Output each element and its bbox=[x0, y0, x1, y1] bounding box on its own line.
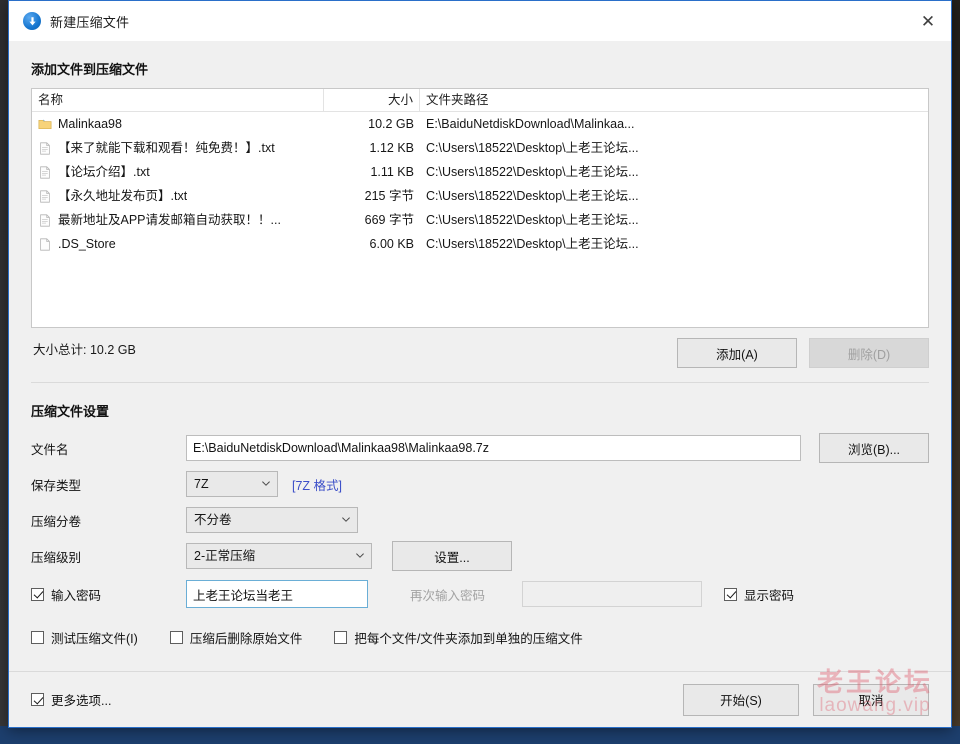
cancel-button[interactable]: 取消 bbox=[813, 683, 929, 716]
browse-button[interactable]: 浏览(B)... bbox=[819, 433, 929, 463]
chevron-down-icon bbox=[262, 481, 270, 486]
save-type-select[interactable]: 7Z bbox=[186, 471, 278, 497]
column-header-size[interactable]: 大小 bbox=[324, 89, 420, 111]
level-label: 压缩级别 bbox=[31, 550, 82, 565]
separate-archives-label: 把每个文件/文件夹添加到单独的压缩文件 bbox=[354, 631, 583, 646]
test-archive-checkbox[interactable]: 测试压缩文件(I) bbox=[31, 628, 138, 647]
file-name: Malinkaa98 bbox=[58, 117, 122, 131]
filename-input[interactable] bbox=[186, 435, 802, 461]
file-size: 1.12 KB bbox=[369, 141, 414, 155]
title-bar: 新建压缩文件 ✕ bbox=[9, 1, 951, 41]
show-password-label: 显示密码 bbox=[744, 588, 795, 603]
confirm-password-label: 再次输入密码 bbox=[410, 588, 486, 603]
file-path: C:\Users\18522\Desktop\上老王论坛... bbox=[426, 141, 639, 155]
file-size: 215 字节 bbox=[364, 189, 414, 203]
options-row: 测试压缩文件(I) 压缩后删除原始文件 把每个文件/文件夹添加到单独的压缩文件 bbox=[31, 620, 929, 654]
show-password-checkbox[interactable]: 显示密码 bbox=[724, 585, 794, 604]
text-file-icon bbox=[40, 141, 50, 155]
delete-after-checkbox[interactable]: 压缩后删除原始文件 bbox=[169, 628, 303, 647]
file-path: E:\BaiduNetdiskDownload\Malinkaa... bbox=[426, 117, 635, 131]
file-size: 10.2 GB bbox=[368, 117, 414, 131]
password-row: 输入密码 再次输入密码 显示密码 bbox=[31, 574, 929, 614]
checkbox-box bbox=[334, 630, 348, 644]
file-path: C:\Users\18522\Desktop\上老王论坛... bbox=[426, 213, 639, 227]
text-file-icon bbox=[40, 189, 50, 203]
file-size: 1.11 KB bbox=[370, 165, 414, 179]
table-row[interactable]: 【论坛介绍】.txt 1.11 KB C:\Users\18522\Deskto… bbox=[32, 160, 928, 184]
split-value: 不分卷 bbox=[194, 513, 232, 527]
file-name: 最新地址及APP请发邮箱自动获取！！... bbox=[58, 213, 281, 227]
file-path: C:\Users\18522\Desktop\上老王论坛... bbox=[426, 189, 639, 203]
format-link[interactable]: [7Z 格式] bbox=[292, 475, 342, 494]
text-file-icon bbox=[40, 213, 50, 227]
confirm-password-input bbox=[522, 581, 702, 607]
table-row[interactable]: 最新地址及APP请发邮箱自动获取！！... 669 字节 C:\Users\18… bbox=[32, 208, 928, 232]
new-archive-dialog: 新建压缩文件 ✕ 添加文件到压缩文件 名称 大小 文件夹路径 Malinkaa9… bbox=[8, 0, 952, 728]
password-checkbox[interactable]: 输入密码 bbox=[31, 585, 101, 604]
level-select[interactable]: 2-正常压缩 bbox=[186, 543, 372, 569]
level-row: 压缩级别 2-正常压缩 设置... bbox=[31, 538, 929, 574]
save-type-label: 保存类型 bbox=[31, 478, 82, 493]
file-name: 【论坛介绍】.txt bbox=[58, 165, 150, 179]
checkbox-box bbox=[169, 630, 183, 644]
blank-file-icon bbox=[40, 237, 50, 251]
chevron-down-icon bbox=[356, 553, 364, 558]
split-label: 压缩分卷 bbox=[31, 514, 82, 529]
text-file-icon bbox=[40, 165, 50, 179]
delete-button: 删除(D) bbox=[809, 338, 929, 368]
chevron-down-icon bbox=[342, 517, 350, 522]
table-row[interactable]: 【永久地址发布页】.txt 215 字节 C:\Users\18522\Desk… bbox=[32, 184, 928, 208]
dialog-body: 添加文件到压缩文件 名称 大小 文件夹路径 Malinkaa98 10.2 GB… bbox=[9, 41, 951, 654]
more-options-label: 更多选项... bbox=[51, 694, 112, 708]
table-row[interactable]: Malinkaa98 10.2 GB E:\BaiduNetdiskDownlo… bbox=[32, 112, 928, 136]
split-select[interactable]: 不分卷 bbox=[186, 507, 358, 533]
more-options-checkbox[interactable]: 更多选项... bbox=[31, 690, 111, 709]
checkbox-box bbox=[31, 587, 44, 601]
add-files-heading: 添加文件到压缩文件 bbox=[31, 62, 149, 77]
filename-label: 文件名 bbox=[31, 442, 69, 457]
column-header-path[interactable]: 文件夹路径 bbox=[420, 89, 696, 111]
file-path: C:\Users\18522\Desktop\上老王论坛... bbox=[426, 165, 639, 179]
separate-archives-checkbox[interactable]: 把每个文件/文件夹添加到单独的压缩文件 bbox=[334, 628, 583, 647]
archive-settings-heading: 压缩文件设置 bbox=[31, 404, 110, 419]
close-icon[interactable]: ✕ bbox=[905, 1, 951, 41]
file-name: 【来了就能下载和观看！纯免费！】.txt bbox=[58, 141, 275, 155]
file-size: 669 字节 bbox=[364, 213, 414, 227]
add-button[interactable]: 添加(A) bbox=[677, 338, 797, 368]
folder-icon bbox=[38, 119, 52, 129]
password-input[interactable] bbox=[186, 580, 368, 608]
taskbar bbox=[0, 726, 960, 744]
file-list[interactable]: 名称 大小 文件夹路径 Malinkaa98 10.2 GB E:\BaiduN… bbox=[31, 88, 929, 328]
password-label: 输入密码 bbox=[51, 588, 102, 603]
split-row: 压缩分卷 不分卷 bbox=[31, 502, 929, 538]
file-size: 6.00 KB bbox=[369, 237, 414, 251]
file-path: C:\Users\18522\Desktop\上老王论坛... bbox=[426, 237, 639, 251]
checkbox-box bbox=[31, 630, 44, 644]
window-title: 新建压缩文件 bbox=[50, 14, 130, 30]
file-list-header: 名称 大小 文件夹路径 bbox=[32, 89, 928, 112]
checkbox-box bbox=[724, 587, 737, 601]
delete-after-label: 压缩后删除原始文件 bbox=[189, 631, 303, 646]
file-action-buttons: 添加(A) 删除(D) bbox=[31, 338, 929, 368]
archive-circle-icon bbox=[23, 12, 41, 30]
settings-button[interactable]: 设置... bbox=[392, 541, 512, 571]
start-button[interactable]: 开始(S) bbox=[683, 683, 799, 716]
column-header-name[interactable]: 名称 bbox=[32, 89, 324, 111]
level-value: 2-正常压缩 bbox=[194, 549, 256, 563]
dialog-footer: 更多选项... 开始(S) 取消 bbox=[9, 671, 951, 727]
file-name: 【永久地址发布页】.txt bbox=[58, 189, 188, 203]
table-row[interactable]: .DS_Store 6.00 KB C:\Users\18522\Desktop… bbox=[32, 232, 928, 256]
save-type-row: 保存类型 7Z [7Z 格式] bbox=[31, 466, 929, 502]
checkbox-box bbox=[31, 693, 44, 706]
table-row[interactable]: 【来了就能下载和观看！纯免费！】.txt 1.12 KB C:\Users\18… bbox=[32, 136, 928, 160]
filename-row: 文件名 浏览(B)... bbox=[31, 430, 929, 466]
file-name: .DS_Store bbox=[58, 237, 116, 251]
test-archive-label: 测试压缩文件(I) bbox=[51, 631, 138, 646]
